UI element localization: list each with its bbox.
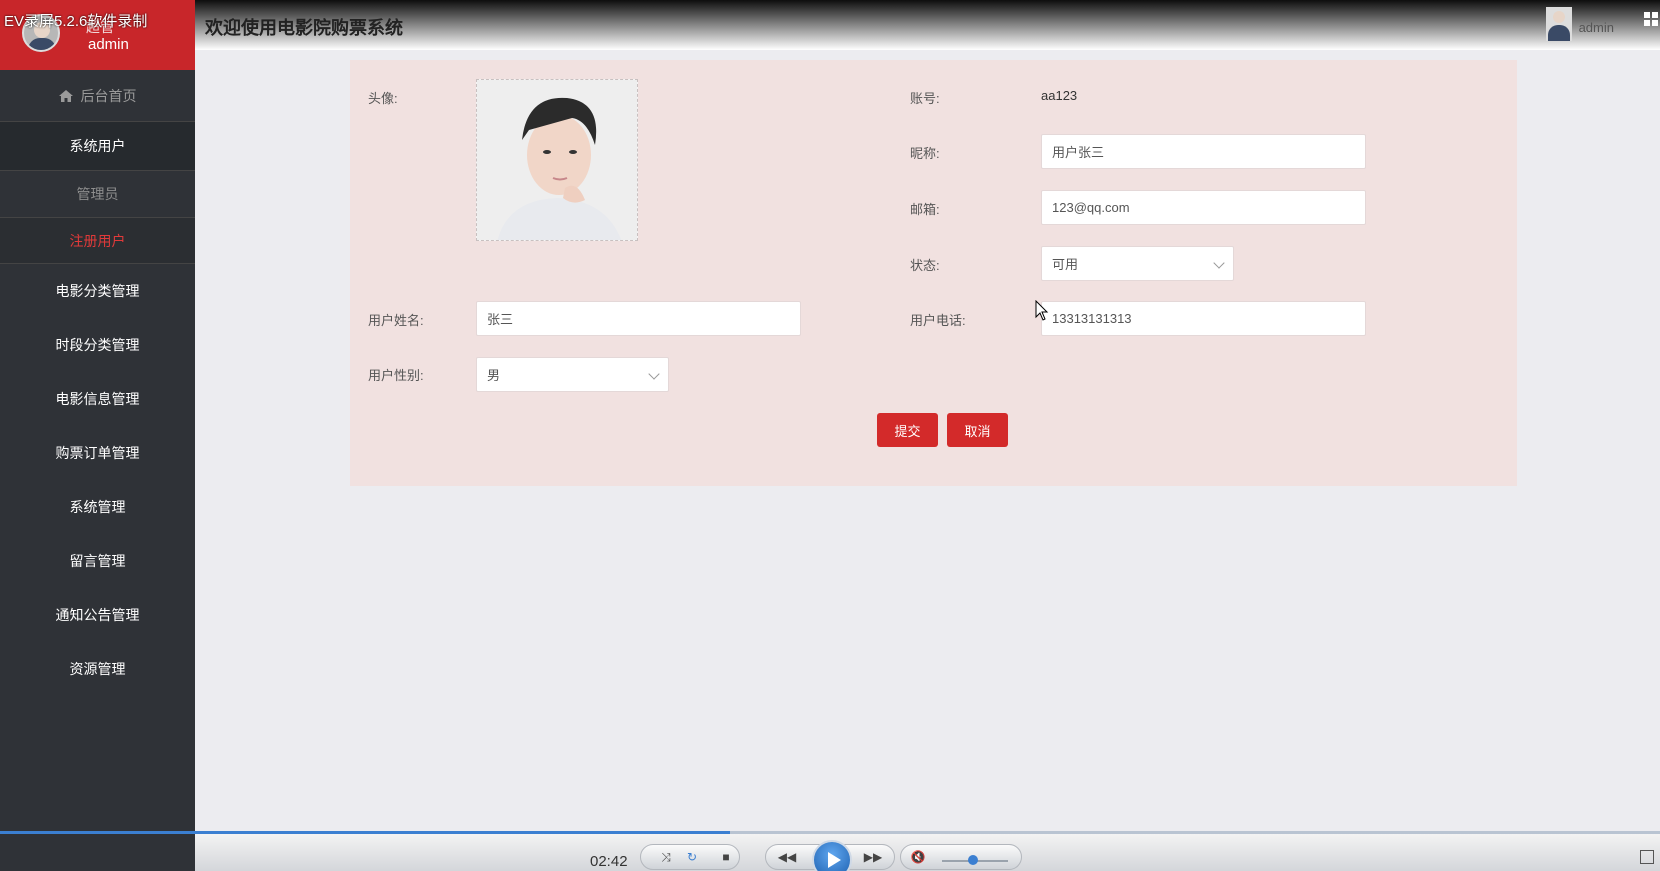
gender-select[interactable]: 男 [476,357,669,392]
sidebar-item-label: 后台首页 [80,87,137,104]
sidebar-item-system-users[interactable]: 系统用户 [0,122,195,170]
sidebar-item-messages[interactable]: 留言管理 [0,534,195,588]
recorder-watermark: EV录屏5.2.6软件录制 [4,13,148,30]
status-select[interactable]: 可用 [1041,246,1234,281]
chevron-down-icon [1213,257,1225,269]
avatar-label: 头像: [368,91,398,106]
play-icon [828,852,841,868]
phone-label: 用户电话: [910,313,966,328]
status-label: 状态: [910,258,940,273]
nickname-field[interactable]: 用户张三 [1041,134,1366,169]
sidebar-item-movie-info[interactable]: 电影信息管理 [0,372,195,426]
status-value: 可用 [1052,257,1079,272]
sidebar-item-system-settings[interactable]: 系统管理 [0,480,195,534]
volume-knob[interactable] [968,855,978,865]
play-button[interactable] [812,840,852,871]
player-controls: 02:42 ⤨ ↻ ■ ◀◀ ▶▶ 🔇 [0,834,1660,871]
nickname-label: 昵称: [910,146,940,161]
playback-time: 02:42 [590,853,628,870]
sidebar-item-home[interactable]: 后台首页 [0,70,195,122]
grid-icon[interactable] [1644,12,1658,26]
sidebar-item-ticket-orders[interactable]: 购票订单管理 [0,426,195,480]
header-username[interactable]: admin [1579,20,1614,35]
sidebar-item-registered-users[interactable]: 注册用户 [0,218,195,264]
avatar-upload[interactable] [476,79,638,241]
gender-label: 用户性别: [368,368,424,383]
header-avatar[interactable] [1546,7,1572,41]
fullscreen-icon[interactable] [1640,850,1654,864]
top-bar: 欢迎使用电影院购票系统 admin [195,0,1660,50]
email-label: 邮箱: [910,202,940,217]
stop-icon[interactable]: ■ [715,846,737,868]
sidebar-item-admins[interactable]: 管理员 [0,170,195,218]
shuffle-icon[interactable]: ⤨ [655,846,677,868]
cancel-button[interactable]: 取消 [947,413,1008,447]
phone-field[interactable]: 13313131313 [1041,301,1366,336]
sidebar-username: admin [88,36,129,53]
sidebar: 超管 admin 后台首页 系统用户 管理员 注册用户 电影分类管理 时段分类管… [0,0,195,833]
fast-forward-icon[interactable]: ▶▶ [862,846,884,868]
chevron-down-icon [648,368,660,380]
gender-value: 男 [487,368,501,383]
sidebar-item-resources[interactable]: 资源管理 [0,642,195,696]
rewind-icon[interactable]: ◀◀ [776,846,798,868]
mouse-cursor-icon [1035,300,1049,321]
mute-icon[interactable]: 🔇 [907,846,929,868]
page-title: 欢迎使用电影院购票系统 [205,18,403,38]
account-label: 账号: [910,91,940,106]
repeat-icon[interactable]: ↻ [681,846,703,868]
sidebar-item-timeslot-category[interactable]: 时段分类管理 [0,318,195,372]
sidebar-item-notices[interactable]: 通知公告管理 [0,588,195,642]
name-label: 用户姓名: [368,313,424,328]
sidebar-item-movie-category[interactable]: 电影分类管理 [0,264,195,318]
home-icon [58,89,73,102]
user-edit-form: 头像: 账号: aa123 昵称: 用户张三 邮箱: 123@qq.com 状态… [350,60,1517,486]
user-photo [477,80,637,240]
email-field[interactable]: 123@qq.com [1041,190,1366,225]
name-field[interactable]: 张三 [476,301,801,336]
account-value: aa123 [1041,88,1078,103]
submit-button[interactable]: 提交 [877,413,938,447]
